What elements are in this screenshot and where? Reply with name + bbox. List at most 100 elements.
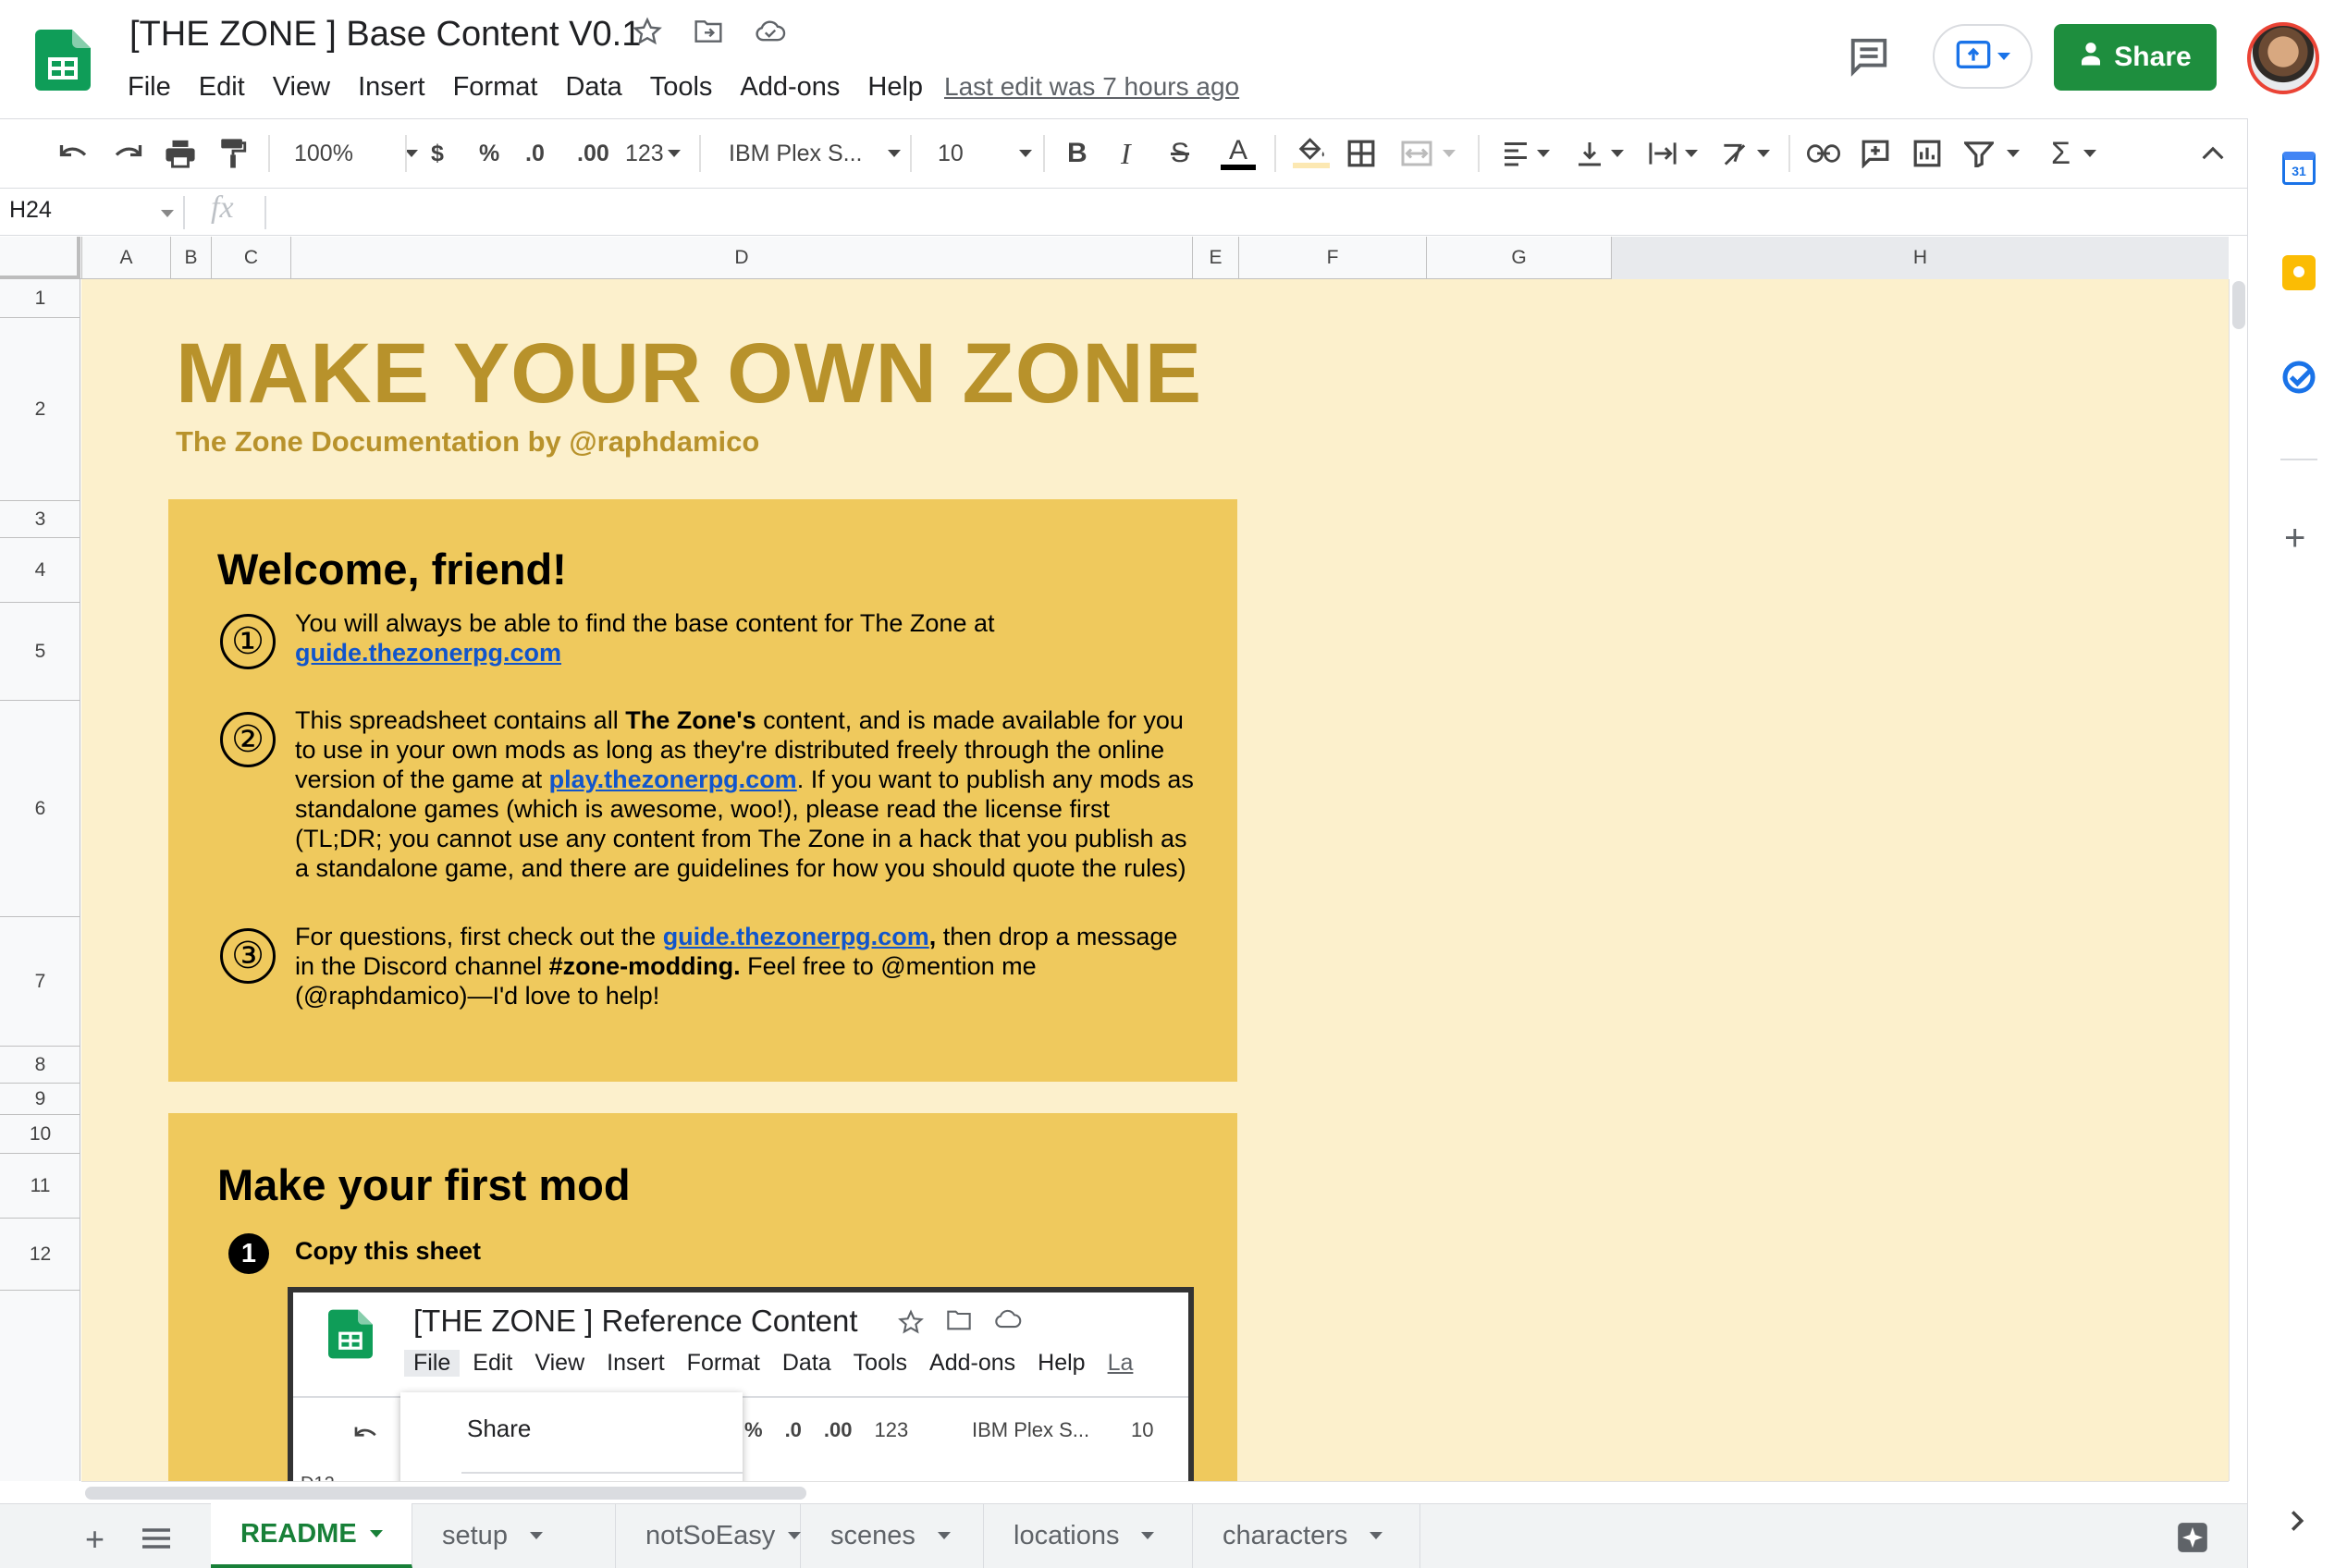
row-header-8[interactable]: 8 <box>0 1047 80 1084</box>
font-size-select[interactable]: 10 <box>938 135 1032 172</box>
paint-format-icon[interactable] <box>218 135 248 172</box>
row-header-2[interactable]: 2 <box>0 318 80 501</box>
fill-color-icon[interactable] <box>1293 135 1330 172</box>
sheets-logo-icon[interactable] <box>35 30 91 91</box>
tab-readme[interactable]: README <box>211 1503 412 1568</box>
horizontal-scrollbar[interactable] <box>81 1481 2229 1503</box>
functions-icon[interactable]: Σ <box>2051 135 2097 172</box>
horizontal-scroll-thumb[interactable] <box>85 1487 806 1500</box>
mini-menu-data: Data <box>781 1350 831 1376</box>
tasks-icon[interactable] <box>2280 359 2317 400</box>
menu-format[interactable]: Format <box>453 72 538 103</box>
italic-button[interactable]: I <box>1121 135 1131 172</box>
vertical-scrollbar[interactable] <box>2229 279 2247 1481</box>
redo-icon[interactable] <box>111 135 144 172</box>
guide-link-2[interactable]: guide.thezonerpg.com <box>663 923 929 950</box>
insert-comment-icon[interactable] <box>1861 135 1890 172</box>
merge-cells-icon[interactable] <box>1400 135 1456 172</box>
tab-scenes[interactable]: scenes <box>801 1503 984 1568</box>
present-button[interactable] <box>1933 24 2033 89</box>
page-subtitle: The Zone Documentation by @raphdamico <box>176 425 760 458</box>
filter-icon[interactable] <box>1964 135 2020 172</box>
row-header-9[interactable]: 9 <box>0 1084 80 1115</box>
chevron-right-icon[interactable] <box>2290 1509 2304 1537</box>
guide-link[interactable]: guide.thezonerpg.com <box>295 639 561 667</box>
column-header-c[interactable]: C <box>211 237 290 279</box>
menu-edit[interactable]: Edit <box>199 72 245 103</box>
insert-link-icon[interactable] <box>1807 135 1840 172</box>
all-sheets-icon[interactable] <box>142 1527 170 1554</box>
collapse-toolbar-icon[interactable] <box>2201 135 2225 172</box>
row-header-12[interactable]: 12 <box>0 1219 80 1291</box>
calendar-icon[interactable]: 31 <box>2282 152 2316 185</box>
menu-addons[interactable]: Add-ons <box>740 72 840 103</box>
menu-view[interactable]: View <box>273 72 330 103</box>
mini-menu-format: Format <box>686 1350 760 1376</box>
add-addon-icon[interactable]: + <box>2284 520 2305 557</box>
vertical-align-icon[interactable] <box>1576 135 1624 172</box>
percent-format-button[interactable]: % <box>479 135 499 172</box>
column-header-g[interactable]: G <box>1426 237 1611 279</box>
row-header-3[interactable]: 3 <box>0 501 80 538</box>
menu-file[interactable]: File <box>128 72 171 103</box>
move-folder-icon[interactable] <box>694 18 723 49</box>
column-header-b[interactable]: B <box>170 237 211 279</box>
mini-menu-tools: Tools <box>853 1350 908 1376</box>
row-header-6[interactable]: 6 <box>0 701 80 917</box>
text-color-button[interactable]: A <box>1221 135 1256 172</box>
add-sheet-icon[interactable]: + <box>85 1520 104 1559</box>
mini-font: IBM Plex S... <box>972 1418 1090 1441</box>
undo-icon[interactable] <box>57 135 91 172</box>
strikethrough-button[interactable]: S <box>1171 135 1189 172</box>
column-header-e[interactable]: E <box>1192 237 1238 279</box>
menu-tools[interactable]: Tools <box>650 72 713 103</box>
chevron-down-icon <box>529 1532 543 1539</box>
row-header-1[interactable]: 1 <box>0 279 80 318</box>
tab-setup[interactable]: setup <box>412 1503 616 1568</box>
row-header-7[interactable]: 7 <box>0 917 80 1047</box>
cloud-saved-icon[interactable] <box>755 19 786 48</box>
more-formats-select[interactable]: 123 <box>625 135 681 172</box>
avatar[interactable] <box>2247 22 2319 94</box>
column-header-a[interactable]: A <box>81 237 170 279</box>
tab-locations[interactable]: locations <box>984 1503 1193 1568</box>
row-header-5[interactable]: 5 <box>0 603 80 701</box>
column-header-f[interactable]: F <box>1238 237 1426 279</box>
document-title[interactable]: [THE ZONE ] Base Content V0.1 <box>129 15 641 55</box>
increase-decimal-button[interactable]: .00 <box>577 135 609 172</box>
decrease-decimal-button[interactable]: .0 <box>525 135 545 172</box>
borders-icon[interactable] <box>1346 135 1376 172</box>
font-select[interactable]: IBM Plex S... <box>729 135 902 172</box>
column-header-h[interactable]: H <box>1611 237 2229 279</box>
row-header-10[interactable]: 10 <box>0 1115 80 1154</box>
comment-history-icon[interactable] <box>1848 35 1890 78</box>
text-wrapping-icon[interactable] <box>1648 135 1698 172</box>
vertical-scroll-thumb[interactable] <box>2232 281 2245 329</box>
p2-bold: The Zone's <box>625 706 756 734</box>
insert-chart-icon[interactable] <box>1912 135 1942 172</box>
row-header-4[interactable]: 4 <box>0 538 80 603</box>
select-all-corner[interactable] <box>0 237 80 279</box>
zoom-select[interactable]: 100% <box>294 135 418 172</box>
tab-notsoeasy[interactable]: notSoEasy <box>616 1503 802 1568</box>
tab-characters[interactable]: characters <box>1193 1503 1420 1568</box>
last-edit-link[interactable]: Last edit was 7 hours ago <box>944 72 1239 102</box>
row-header-11[interactable]: 11 <box>0 1154 80 1219</box>
menu-data[interactable]: Data <box>565 72 621 103</box>
star-icon[interactable] <box>633 17 662 51</box>
column-header-d[interactable]: D <box>290 237 1192 279</box>
bold-button[interactable]: B <box>1067 135 1087 172</box>
currency-format-button[interactable]: $ <box>431 135 444 172</box>
name-box[interactable]: H24 <box>9 197 174 224</box>
menu-insert[interactable]: Insert <box>358 72 425 103</box>
mini-sheets-logo-icon <box>328 1309 373 1364</box>
play-link[interactable]: play.thezonerpg.com <box>549 766 797 793</box>
share-button[interactable]: Share <box>2054 24 2217 91</box>
text-rotation-icon[interactable] <box>1720 135 1770 172</box>
menu-help[interactable]: Help <box>867 72 923 103</box>
explore-icon[interactable] <box>2175 1520 2210 1560</box>
keep-icon[interactable] <box>2282 255 2316 290</box>
print-icon[interactable] <box>165 135 196 172</box>
formula-input[interactable] <box>277 197 2219 230</box>
horizontal-align-icon[interactable] <box>1502 135 1550 172</box>
